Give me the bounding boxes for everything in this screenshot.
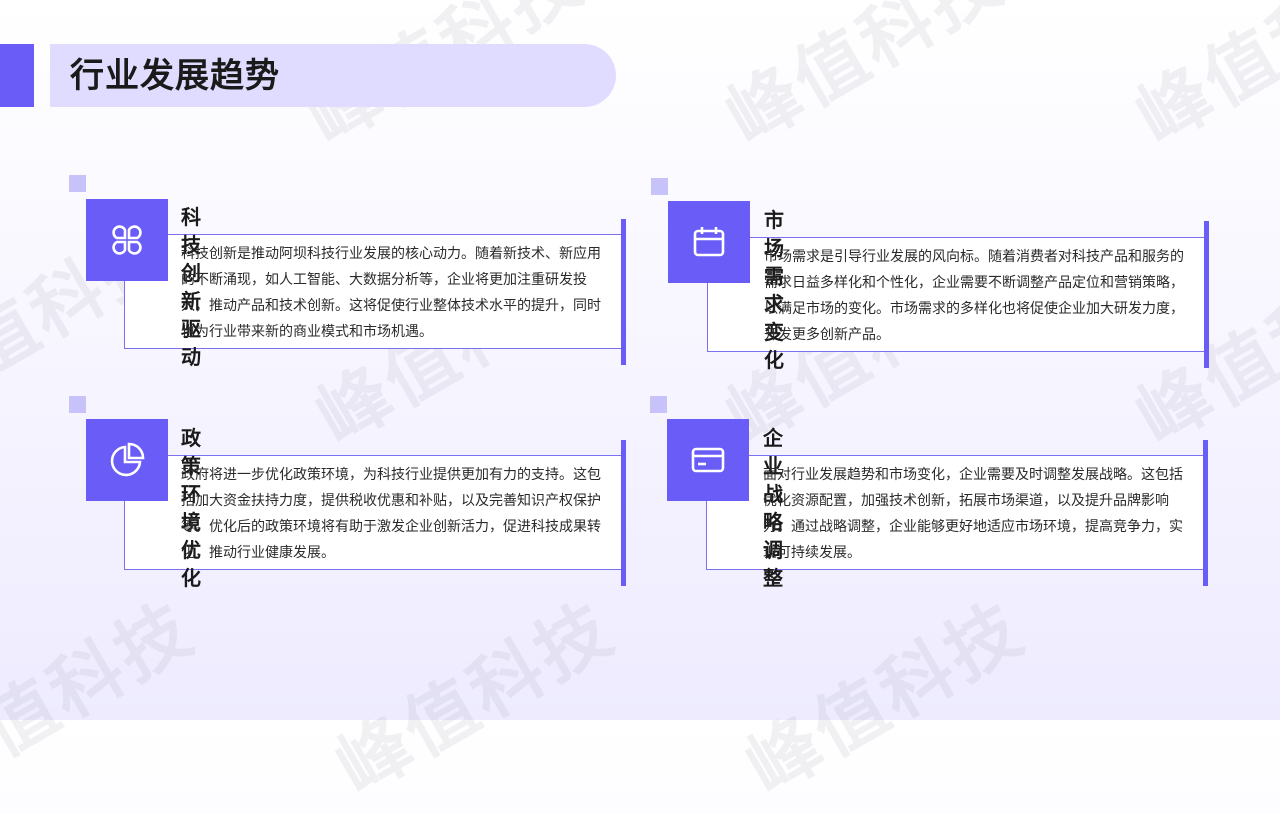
card-text: 科技创新是推动阿坝科技行业发展的核心动力。随着新技术、新应用的不断涌现，如人工智… — [181, 246, 601, 340]
card-icon-box — [86, 199, 168, 281]
watermark: 峰值科技 — [322, 585, 628, 811]
card-accent-bar — [1204, 221, 1209, 368]
pie-chart-icon — [110, 442, 145, 477]
card-text: 市场需求是引导行业发展的风向标。随着消费者对科技产品和服务的需求日益多样化和个性… — [764, 249, 1184, 343]
grid-icon — [112, 225, 142, 255]
card-accent-bar — [1203, 440, 1208, 586]
card-icon-box — [668, 201, 750, 283]
deco-square — [69, 175, 86, 192]
card-text: 面对行业发展趋势和市场变化，企业需要及时调整发展战略。这包括优化资源配置，加强技… — [763, 467, 1183, 561]
deco-square — [69, 396, 86, 413]
deco-square — [650, 396, 667, 413]
card-accent-bar — [621, 440, 626, 586]
card-text: 政府将进一步优化政策环境，为科技行业提供更加有力的支持。这包括加大资金扶持力度，… — [181, 467, 601, 561]
deco-square — [651, 178, 668, 195]
card-icon-box — [86, 419, 168, 501]
watermark: 峰值科技 — [1122, 0, 1280, 161]
watermark: 峰值科技 — [0, 585, 208, 811]
title-accent-bar — [0, 44, 34, 107]
watermark: 峰值科技 — [712, 0, 1018, 161]
page-title: 行业发展趋势 — [70, 56, 280, 96]
card-accent-bar — [621, 219, 626, 365]
watermark: 峰值科技 — [732, 585, 1038, 811]
card-icon-box — [667, 419, 749, 501]
calendar-icon — [693, 227, 725, 257]
card-icon — [691, 447, 725, 473]
